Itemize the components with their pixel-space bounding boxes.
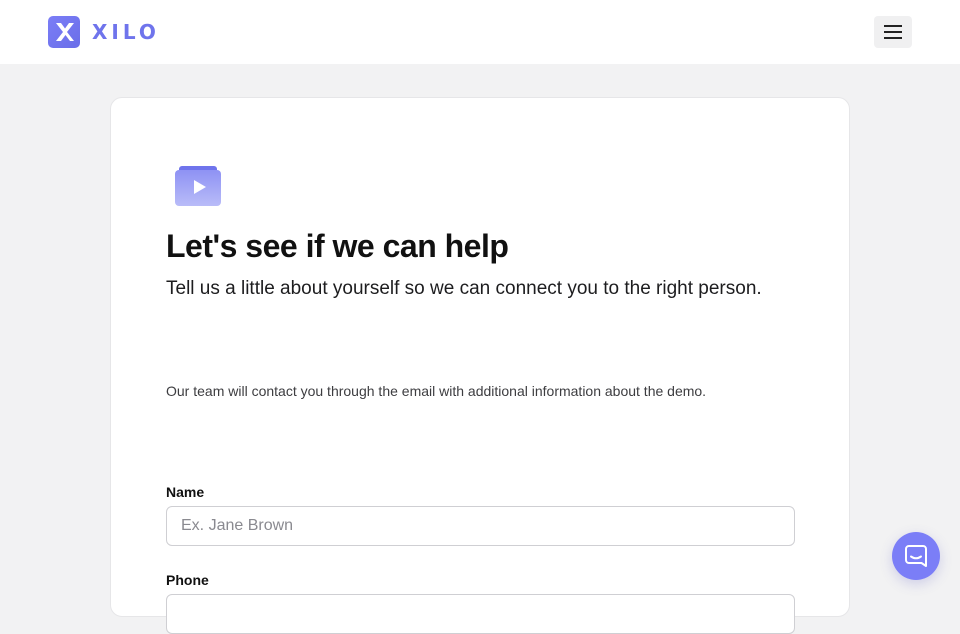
brand-name: XILO bbox=[92, 20, 160, 44]
name-input[interactable] bbox=[166, 506, 795, 546]
video-folder-icon bbox=[175, 166, 221, 206]
menu-button[interactable] bbox=[874, 16, 912, 48]
brand-logo[interactable]: XILO bbox=[48, 16, 160, 48]
page-subtitle: Tell us a little about yourself so we ca… bbox=[166, 278, 762, 299]
chat-launcher-button[interactable] bbox=[892, 532, 940, 580]
xilo-logo-icon bbox=[48, 16, 80, 48]
name-label: Name bbox=[166, 484, 205, 500]
phone-label: Phone bbox=[166, 572, 209, 588]
top-bar: XILO bbox=[0, 0, 960, 64]
contact-note: Our team will contact you through the em… bbox=[166, 383, 707, 399]
phone-input[interactable] bbox=[166, 594, 795, 634]
page-title: Let's see if we can help bbox=[166, 228, 509, 264]
chat-icon bbox=[905, 545, 927, 567]
contact-card: Let's see if we can help Tell us a littl… bbox=[110, 97, 850, 634]
hamburger-menu-icon bbox=[884, 25, 902, 39]
